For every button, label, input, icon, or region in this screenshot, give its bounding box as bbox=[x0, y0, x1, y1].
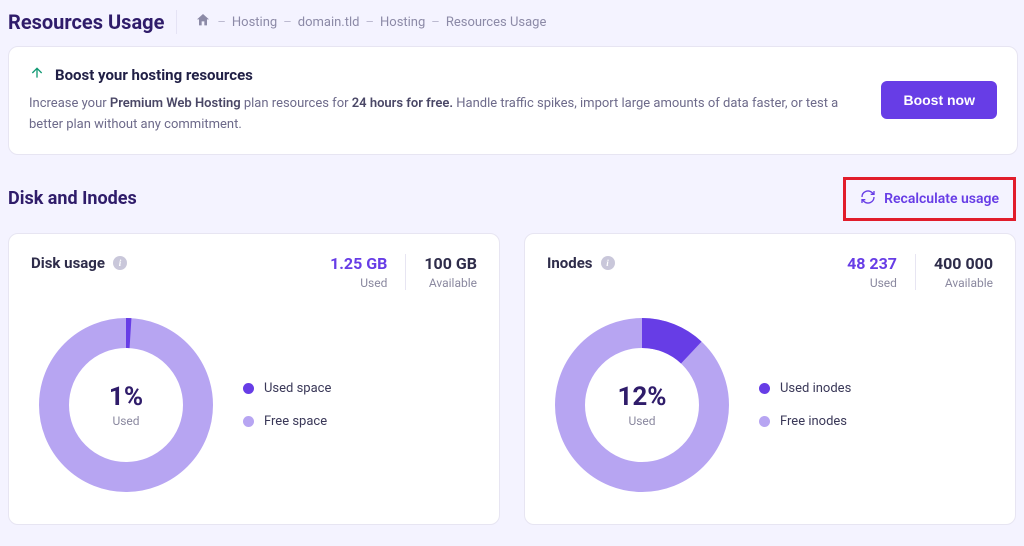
legend-dot-icon bbox=[243, 416, 254, 427]
inodes-title: Inodes bbox=[547, 254, 615, 272]
inodes-used-stat: 48 237 Used bbox=[829, 254, 915, 290]
disk-legend: Used space Free space bbox=[243, 381, 331, 429]
legend-item-used: Used inodes bbox=[759, 381, 851, 396]
legend-item-free: Free space bbox=[243, 414, 331, 429]
inodes-available-stat: 400 000 Available bbox=[915, 254, 993, 290]
breadcrumb-item[interactable]: Hosting bbox=[232, 15, 277, 30]
inodes-donut: 12% Used bbox=[547, 310, 737, 500]
section-header: Disk and Inodes Recalculate usage bbox=[8, 177, 1016, 221]
legend-item-free: Free inodes bbox=[759, 414, 851, 429]
disk-usage-card: Disk usage 1.25 GB Used 100 GB Available bbox=[8, 233, 500, 525]
page-header: Resources Usage – Hosting – domain.tld –… bbox=[6, 0, 1018, 46]
breadcrumb-item[interactable]: Hosting bbox=[380, 15, 425, 30]
breadcrumb: – Hosting – domain.tld – Hosting – Resou… bbox=[195, 12, 546, 32]
page-title: Resources Usage bbox=[8, 10, 177, 34]
recalculate-usage-button[interactable]: Recalculate usage bbox=[852, 183, 1007, 215]
section-title: Disk and Inodes bbox=[8, 188, 137, 209]
disk-usage-title: Disk usage bbox=[31, 254, 127, 272]
arrow-up-icon bbox=[29, 65, 45, 85]
disk-available-stat: 100 GB Available bbox=[405, 254, 477, 290]
boost-headline: Boost your hosting resources bbox=[29, 65, 861, 85]
legend-dot-icon bbox=[243, 383, 254, 394]
legend-item-used: Used space bbox=[243, 381, 331, 396]
disk-percent: 1% bbox=[109, 382, 143, 412]
inodes-card: Inodes 48 237 Used 400 000 Available bbox=[524, 233, 1016, 525]
breadcrumb-item[interactable]: domain.tld bbox=[298, 15, 360, 30]
boost-now-button[interactable]: Boost now bbox=[881, 81, 997, 119]
refresh-icon bbox=[860, 189, 876, 209]
disk-used-stat: 1.25 GB Used bbox=[312, 254, 405, 290]
inodes-percent: 12% bbox=[617, 382, 666, 412]
info-icon[interactable] bbox=[601, 256, 615, 270]
legend-dot-icon bbox=[759, 383, 770, 394]
breadcrumb-item: Resources Usage bbox=[446, 15, 547, 30]
legend-dot-icon bbox=[759, 416, 770, 427]
recalculate-highlight: Recalculate usage bbox=[843, 177, 1016, 221]
home-icon[interactable] bbox=[195, 12, 211, 32]
info-icon[interactable] bbox=[113, 256, 127, 270]
metric-cards-row: Disk usage 1.25 GB Used 100 GB Available bbox=[8, 233, 1016, 525]
disk-usage-donut: 1% Used bbox=[31, 310, 221, 500]
boost-description: Increase your Premium Web Hosting plan r… bbox=[29, 93, 861, 136]
inodes-legend: Used inodes Free inodes bbox=[759, 381, 851, 429]
boost-card: Boost your hosting resources Increase yo… bbox=[8, 46, 1018, 155]
